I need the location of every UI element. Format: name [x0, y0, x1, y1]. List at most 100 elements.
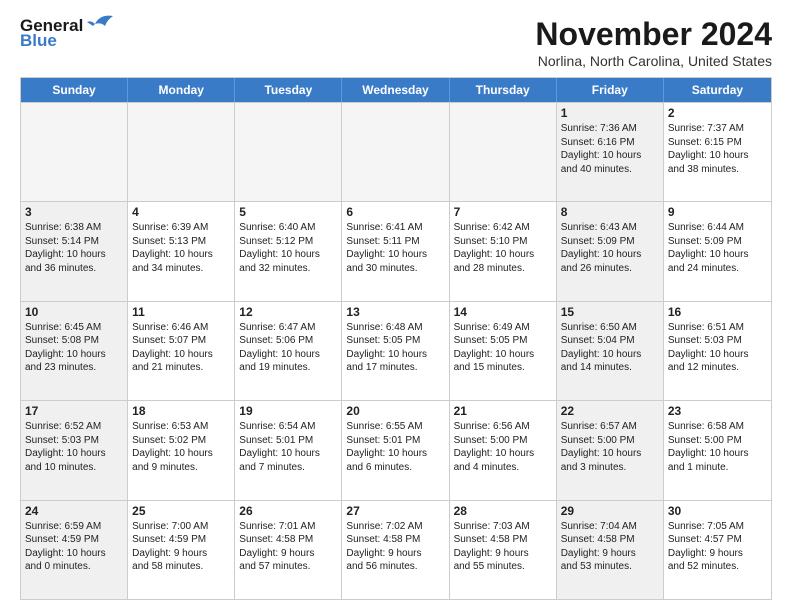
- calendar: SundayMondayTuesdayWednesdayThursdayFrid…: [20, 77, 772, 600]
- calendar-body: 1 Sunrise: 7:36 AM Sunset: 6:16 PM Daylig…: [21, 102, 771, 599]
- weekday-header: Tuesday: [235, 78, 342, 102]
- day-number: 10: [25, 305, 123, 319]
- day-number: 23: [668, 404, 767, 418]
- day-info: Sunrise: 6:38 AM Sunset: 5:14 PM Dayligh…: [25, 221, 123, 275]
- day-number: 14: [454, 305, 552, 319]
- day-info: Sunrise: 6:40 AM Sunset: 5:12 PM Dayligh…: [239, 221, 337, 275]
- header: General Blue November 2024 Norlina, Nort…: [20, 16, 772, 69]
- calendar-day: 24 Sunrise: 6:59 AM Sunset: 4:59 PM Dayli…: [21, 501, 128, 599]
- day-number: 13: [346, 305, 444, 319]
- day-info: Sunrise: 6:44 AM Sunset: 5:09 PM Dayligh…: [668, 221, 767, 275]
- calendar-day: 11 Sunrise: 6:46 AM Sunset: 5:07 PM Dayli…: [128, 302, 235, 400]
- month-title: November 2024: [535, 16, 772, 53]
- calendar-day: 19 Sunrise: 6:54 AM Sunset: 5:01 PM Dayli…: [235, 401, 342, 499]
- day-info: Sunrise: 7:04 AM Sunset: 4:58 PM Dayligh…: [561, 520, 659, 574]
- day-info: Sunrise: 7:05 AM Sunset: 4:57 PM Dayligh…: [668, 520, 767, 574]
- calendar-week: 10Sunrise: 6:45 AM Sunset: 5:08 PM Dayli…: [21, 301, 771, 400]
- day-number: 9: [668, 205, 767, 219]
- day-number: 25: [132, 504, 230, 518]
- weekday-header: Wednesday: [342, 78, 449, 102]
- calendar-day: 27Sunrise: 7:02 AM Sunset: 4:58 PM Dayli…: [342, 501, 449, 599]
- day-number: 16: [668, 305, 767, 319]
- logo-blue-text: Blue: [20, 31, 57, 51]
- day-info: Sunrise: 7:00 AM Sunset: 4:59 PM Dayligh…: [132, 520, 230, 574]
- day-info: Sunrise: 7:36 AM Sunset: 6:16 PM Dayligh…: [561, 122, 659, 176]
- title-block: November 2024 Norlina, North Carolina, U…: [535, 16, 772, 69]
- calendar-empty-cell: [342, 103, 449, 201]
- day-info: Sunrise: 6:48 AM Sunset: 5:05 PM Dayligh…: [346, 321, 444, 375]
- calendar-day: 7 Sunrise: 6:42 AM Sunset: 5:10 PM Daylig…: [450, 202, 557, 300]
- calendar-day: 17 Sunrise: 6:52 AM Sunset: 5:03 PM Dayli…: [21, 401, 128, 499]
- day-info: Sunrise: 6:59 AM Sunset: 4:59 PM Dayligh…: [25, 520, 123, 574]
- day-info: Sunrise: 6:50 AM Sunset: 5:04 PM Dayligh…: [561, 321, 659, 375]
- day-info: Sunrise: 7:01 AM Sunset: 4:58 PM Dayligh…: [239, 520, 337, 574]
- weekday-header: Saturday: [664, 78, 771, 102]
- calendar-day: 6Sunrise: 6:41 AM Sunset: 5:11 PM Daylig…: [342, 202, 449, 300]
- calendar-day: 28 Sunrise: 7:03 AM Sunset: 4:58 PM Dayli…: [450, 501, 557, 599]
- day-number: 2: [668, 106, 767, 120]
- day-info: Sunrise: 6:52 AM Sunset: 5:03 PM Dayligh…: [25, 420, 123, 474]
- weekday-header: Monday: [128, 78, 235, 102]
- day-number: 18: [132, 404, 230, 418]
- day-number: 5: [239, 205, 337, 219]
- day-info: Sunrise: 6:53 AM Sunset: 5:02 PM Dayligh…: [132, 420, 230, 474]
- page: General Blue November 2024 Norlina, Nort…: [0, 0, 792, 612]
- calendar-day: 15 Sunrise: 6:50 AM Sunset: 5:04 PM Dayli…: [557, 302, 664, 400]
- logo-bird-icon: [85, 12, 115, 34]
- weekday-header: Sunday: [21, 78, 128, 102]
- calendar-day: 18 Sunrise: 6:53 AM Sunset: 5:02 PM Dayli…: [128, 401, 235, 499]
- calendar-day: 12Sunrise: 6:47 AM Sunset: 5:06 PM Dayli…: [235, 302, 342, 400]
- calendar-day: 25 Sunrise: 7:00 AM Sunset: 4:59 PM Dayli…: [128, 501, 235, 599]
- calendar-empty-cell: [21, 103, 128, 201]
- day-number: 12: [239, 305, 337, 319]
- day-number: 15: [561, 305, 659, 319]
- day-number: 28: [454, 504, 552, 518]
- calendar-day: 29 Sunrise: 7:04 AM Sunset: 4:58 PM Dayli…: [557, 501, 664, 599]
- calendar-empty-cell: [450, 103, 557, 201]
- calendar-day: 1 Sunrise: 7:36 AM Sunset: 6:16 PM Daylig…: [557, 103, 664, 201]
- calendar-empty-cell: [128, 103, 235, 201]
- day-number: 1: [561, 106, 659, 120]
- day-number: 11: [132, 305, 230, 319]
- day-info: Sunrise: 6:51 AM Sunset: 5:03 PM Dayligh…: [668, 321, 767, 375]
- weekday-header: Thursday: [450, 78, 557, 102]
- day-info: Sunrise: 6:43 AM Sunset: 5:09 PM Dayligh…: [561, 221, 659, 275]
- day-number: 24: [25, 504, 123, 518]
- location-title: Norlina, North Carolina, United States: [535, 53, 772, 69]
- day-number: 29: [561, 504, 659, 518]
- day-info: Sunrise: 6:54 AM Sunset: 5:01 PM Dayligh…: [239, 420, 337, 474]
- calendar-day: 30 Sunrise: 7:05 AM Sunset: 4:57 PM Dayli…: [664, 501, 771, 599]
- day-info: Sunrise: 6:57 AM Sunset: 5:00 PM Dayligh…: [561, 420, 659, 474]
- calendar-week: 1 Sunrise: 7:36 AM Sunset: 6:16 PM Daylig…: [21, 102, 771, 201]
- calendar-week: 24 Sunrise: 6:59 AM Sunset: 4:59 PM Dayli…: [21, 500, 771, 599]
- calendar-day: 8 Sunrise: 6:43 AM Sunset: 5:09 PM Daylig…: [557, 202, 664, 300]
- day-number: 17: [25, 404, 123, 418]
- day-number: 8: [561, 205, 659, 219]
- calendar-week: 17 Sunrise: 6:52 AM Sunset: 5:03 PM Dayli…: [21, 400, 771, 499]
- day-info: Sunrise: 6:55 AM Sunset: 5:01 PM Dayligh…: [346, 420, 444, 474]
- day-number: 6: [346, 205, 444, 219]
- calendar-day: 3Sunrise: 6:38 AM Sunset: 5:14 PM Daylig…: [21, 202, 128, 300]
- day-number: 21: [454, 404, 552, 418]
- day-info: Sunrise: 6:46 AM Sunset: 5:07 PM Dayligh…: [132, 321, 230, 375]
- calendar-week: 3Sunrise: 6:38 AM Sunset: 5:14 PM Daylig…: [21, 201, 771, 300]
- calendar-day: 22Sunrise: 6:57 AM Sunset: 5:00 PM Dayli…: [557, 401, 664, 499]
- calendar-day: 13 Sunrise: 6:48 AM Sunset: 5:05 PM Dayli…: [342, 302, 449, 400]
- day-number: 19: [239, 404, 337, 418]
- day-number: 7: [454, 205, 552, 219]
- calendar-day: 21 Sunrise: 6:56 AM Sunset: 5:00 PM Dayli…: [450, 401, 557, 499]
- day-info: Sunrise: 7:02 AM Sunset: 4:58 PM Dayligh…: [346, 520, 444, 574]
- calendar-day: 9 Sunrise: 6:44 AM Sunset: 5:09 PM Daylig…: [664, 202, 771, 300]
- calendar-day: 4Sunrise: 6:39 AM Sunset: 5:13 PM Daylig…: [128, 202, 235, 300]
- calendar-empty-cell: [235, 103, 342, 201]
- day-info: Sunrise: 6:56 AM Sunset: 5:00 PM Dayligh…: [454, 420, 552, 474]
- day-number: 30: [668, 504, 767, 518]
- calendar-day: 16 Sunrise: 6:51 AM Sunset: 5:03 PM Dayli…: [664, 302, 771, 400]
- day-info: Sunrise: 7:03 AM Sunset: 4:58 PM Dayligh…: [454, 520, 552, 574]
- day-info: Sunrise: 6:58 AM Sunset: 5:00 PM Dayligh…: [668, 420, 767, 474]
- day-info: Sunrise: 6:42 AM Sunset: 5:10 PM Dayligh…: [454, 221, 552, 275]
- calendar-header: SundayMondayTuesdayWednesdayThursdayFrid…: [21, 78, 771, 102]
- calendar-day: 23 Sunrise: 6:58 AM Sunset: 5:00 PM Dayli…: [664, 401, 771, 499]
- calendar-day: 26Sunrise: 7:01 AM Sunset: 4:58 PM Dayli…: [235, 501, 342, 599]
- day-number: 20: [346, 404, 444, 418]
